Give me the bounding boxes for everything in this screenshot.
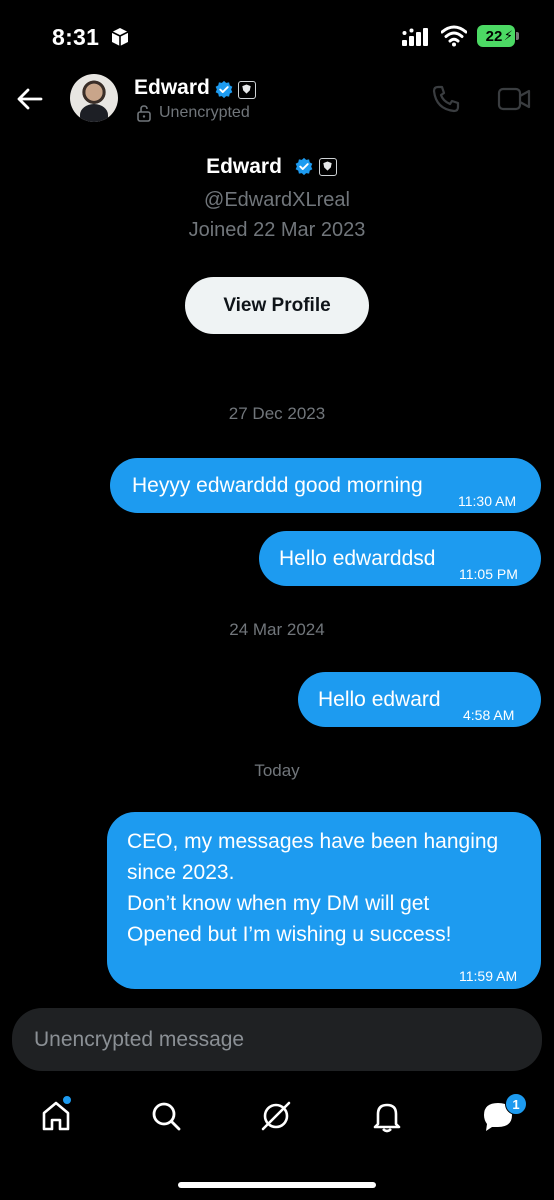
profile-handle: @EdwardXLreal: [204, 189, 350, 211]
profile-name-text: Edward: [206, 155, 282, 178]
message-text: CEO, my messages have been hanging since…: [127, 826, 498, 950]
message-time: 11:30 AM: [458, 493, 517, 509]
avatar[interactable]: [70, 74, 118, 122]
date-separator: 27 Dec 2023: [228, 404, 326, 423]
grok-icon[interactable]: [258, 1098, 294, 1134]
message-bubble[interactable]: Hello edwarddsd 11:05 PM: [259, 531, 541, 586]
video-icon[interactable]: [497, 86, 531, 112]
message-bubble[interactable]: Hello edward 4:58 AM: [298, 672, 541, 727]
message-time: 11:59 AM: [459, 968, 518, 984]
verified-icon: [295, 157, 313, 176]
signal-icon: [402, 28, 428, 46]
message-composer: [12, 1008, 542, 1071]
message-line: CEO, my messages have been hanging: [127, 830, 499, 853]
back-arrow-icon[interactable]: [14, 84, 44, 114]
org-badge-icon: [238, 81, 256, 99]
message-bubble[interactable]: Heyyy edwarddd good morning 11:30 AM: [110, 458, 541, 513]
message-text: Heyyy edwarddd good morning: [132, 474, 423, 497]
message-line: Don’t know when my DM will get: [127, 892, 430, 915]
profile-name: Edward: [0, 155, 554, 179]
message-text: Hello edward: [318, 688, 441, 711]
conversation-header: Edward Unencrypted: [0, 72, 554, 130]
home-notification-dot: [62, 1095, 72, 1105]
header-name[interactable]: Edward: [134, 76, 210, 100]
verified-icon: [215, 80, 233, 99]
message-time: 4:58 AM: [463, 707, 515, 723]
notifications-icon[interactable]: [369, 1098, 405, 1134]
message-line: since 2023.: [127, 861, 235, 884]
message-text: Hello edwarddsd: [279, 547, 436, 570]
status-bar: 8:31 22 ⚡: [0, 0, 554, 72]
battery-level: 22: [485, 27, 503, 45]
wifi-icon: [441, 25, 467, 47]
lock-icon: [137, 105, 151, 122]
status-time: 8:31: [52, 24, 100, 50]
phone-icon[interactable]: [431, 84, 461, 114]
messages-badge: 1: [505, 1093, 527, 1115]
bottom-nav: 1: [0, 1088, 554, 1148]
home-indicator: [178, 1182, 376, 1188]
message-bubble[interactable]: CEO, my messages have been hanging since…: [107, 812, 541, 989]
search-icon[interactable]: [148, 1098, 184, 1134]
message-time: 11:05 PM: [459, 566, 518, 582]
encryption-status: Unencrypted: [159, 104, 250, 121]
profile-joined-date: Joined 22 Mar 2023: [188, 219, 366, 241]
cube-icon: [111, 28, 129, 46]
date-separator: Today: [254, 761, 300, 780]
view-profile-button[interactable]: View Profile: [185, 277, 369, 334]
date-separator: 24 Mar 2024: [229, 620, 325, 639]
message-input[interactable]: [34, 1008, 514, 1071]
battery-indicator: 22 ⚡: [477, 25, 519, 47]
message-line: Opened but I’m wishing u success!: [127, 923, 452, 946]
charging-icon: ⚡: [503, 28, 513, 43]
org-badge-icon: [319, 158, 337, 176]
